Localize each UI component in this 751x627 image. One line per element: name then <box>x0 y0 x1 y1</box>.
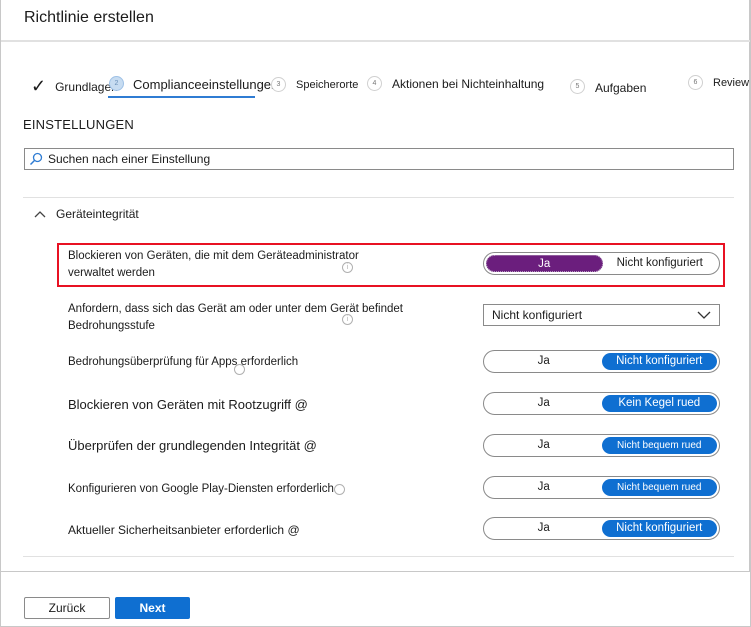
toggle-device-admin[interactable]: Ja Nicht konfiguriert <box>483 252 720 275</box>
toggle-option-ja[interactable]: Ja <box>486 479 602 496</box>
setting-label-security-provider: Aktueller Sicherheitsanbieter erforderli… <box>68 523 300 537</box>
info-icon[interactable]: i <box>342 262 353 273</box>
step-label: Complianceeinstellungen <box>133 77 279 92</box>
toggle-option-kein-kegel-rued[interactable]: Kein Kegel rued <box>601 395 717 412</box>
step-review[interactable]: 6 Review <box>688 75 749 90</box>
toggle-option-nicht-konfiguriert[interactable]: Nicht konfiguriert <box>603 255 718 272</box>
step-aufgaben[interactable]: 5 Aufgaben <box>570 77 646 95</box>
back-button[interactable]: Zurück <box>24 597 110 619</box>
step-complianceeinstellungen[interactable]: 2 Complianceeinstellungen <box>107 76 279 92</box>
divider <box>23 197 734 198</box>
wizard-panel: Richtlinie erstellen ✓ Grundlagen 2 Comp… <box>0 0 751 627</box>
group-geraeteintegritaet-toggle[interactable]: Geräteintegrität <box>34 207 139 221</box>
panel-header: Richtlinie erstellen <box>1 0 750 42</box>
label-line: verwaltet werden <box>68 267 155 279</box>
toggle-basic-integrity[interactable]: Ja Nicht bequem rued <box>483 434 720 457</box>
step-aktionen[interactable]: 4 Aktionen bei Nichteinhaltung <box>367 76 544 91</box>
toggle-option-nicht-konfiguriert[interactable]: Nicht konfiguriert <box>601 353 717 370</box>
setting-label-google-play: Konfigurieren von Google Play-Diensten e… <box>68 483 334 495</box>
settings-heading: EINSTELLUNGEN <box>23 117 134 132</box>
page-title: Richtlinie erstellen <box>24 9 154 26</box>
step-number-badge: 3 <box>271 77 286 92</box>
step-label: Aufgaben <box>595 81 647 95</box>
step-grundlagen[interactable]: ✓ Grundlagen <box>31 76 118 97</box>
step-number-badge: 2 <box>109 76 124 91</box>
toggle-security-provider[interactable]: Ja Nicht konfiguriert <box>483 517 720 540</box>
step-number-badge: 6 <box>688 75 703 90</box>
setting-label-device-admin: Blockieren von Geräten, die mit dem Gerä… <box>68 248 359 282</box>
next-button[interactable]: Next <box>115 597 190 619</box>
info-icon[interactable] <box>334 484 345 495</box>
group-label: Geräteintegrität <box>56 207 139 221</box>
toggle-option-ja[interactable]: Ja <box>486 437 602 454</box>
chevron-down-icon <box>697 311 711 319</box>
setting-label-rooted-devices: Blockieren von Geräten mit Rootzugriff @ <box>68 397 308 412</box>
dropdown-value: Nicht konfiguriert <box>492 308 583 322</box>
toggle-rooted-devices[interactable]: Ja Kein Kegel rued <box>483 392 720 415</box>
toggle-app-threat-scan[interactable]: Ja Nicht konfiguriert <box>483 350 720 373</box>
checkmark-icon: ✓ <box>31 76 47 96</box>
toggle-option-nicht-bequem-rued[interactable]: Nicht bequem rued <box>601 437 717 454</box>
info-icon[interactable] <box>234 364 245 375</box>
label-line: Blockieren von Geräten, die mit dem Gerä… <box>68 250 359 262</box>
search-input[interactable] <box>48 152 733 166</box>
step-number-badge: 5 <box>570 78 585 94</box>
step-speicherorte[interactable]: 3 Speicherorte <box>271 77 358 92</box>
step-label: Speicherorte <box>296 78 359 91</box>
step-number-badge: 4 <box>367 76 382 91</box>
label-line: Anfordern, dass sich das Gerät am oder u… <box>68 303 403 315</box>
toggle-option-nicht-konfiguriert[interactable]: Nicht konfiguriert <box>601 520 717 537</box>
search-icon <box>29 152 43 166</box>
active-step-indicator <box>108 96 255 98</box>
toggle-option-nicht-bequem-rued[interactable]: Nicht bequem rued <box>601 479 717 496</box>
info-icon[interactable]: i <box>342 314 353 325</box>
setting-label-app-threat-scan: Bedrohungsüberprüfung für Apps erforderl… <box>68 356 299 368</box>
divider <box>23 556 734 557</box>
step-label: Aktionen bei Nichteinhaltung <box>392 76 545 91</box>
chevron-up-icon <box>34 211 46 218</box>
toggle-google-play[interactable]: Ja Nicht bequem rued <box>483 476 720 499</box>
wizard-footer: Zurück Next <box>1 571 750 626</box>
toggle-option-ja[interactable]: Ja <box>486 520 602 537</box>
setting-label-basic-integrity: Überprüfen der grundlegenden Integrität … <box>68 438 317 453</box>
toggle-option-ja[interactable]: Ja <box>486 255 603 272</box>
settings-search-box[interactable] <box>24 148 734 170</box>
threat-level-dropdown[interactable]: Nicht konfiguriert <box>483 304 720 326</box>
step-label: Review <box>713 76 750 89</box>
toggle-option-ja[interactable]: Ja <box>486 395 602 412</box>
toggle-option-ja[interactable]: Ja <box>486 353 602 370</box>
